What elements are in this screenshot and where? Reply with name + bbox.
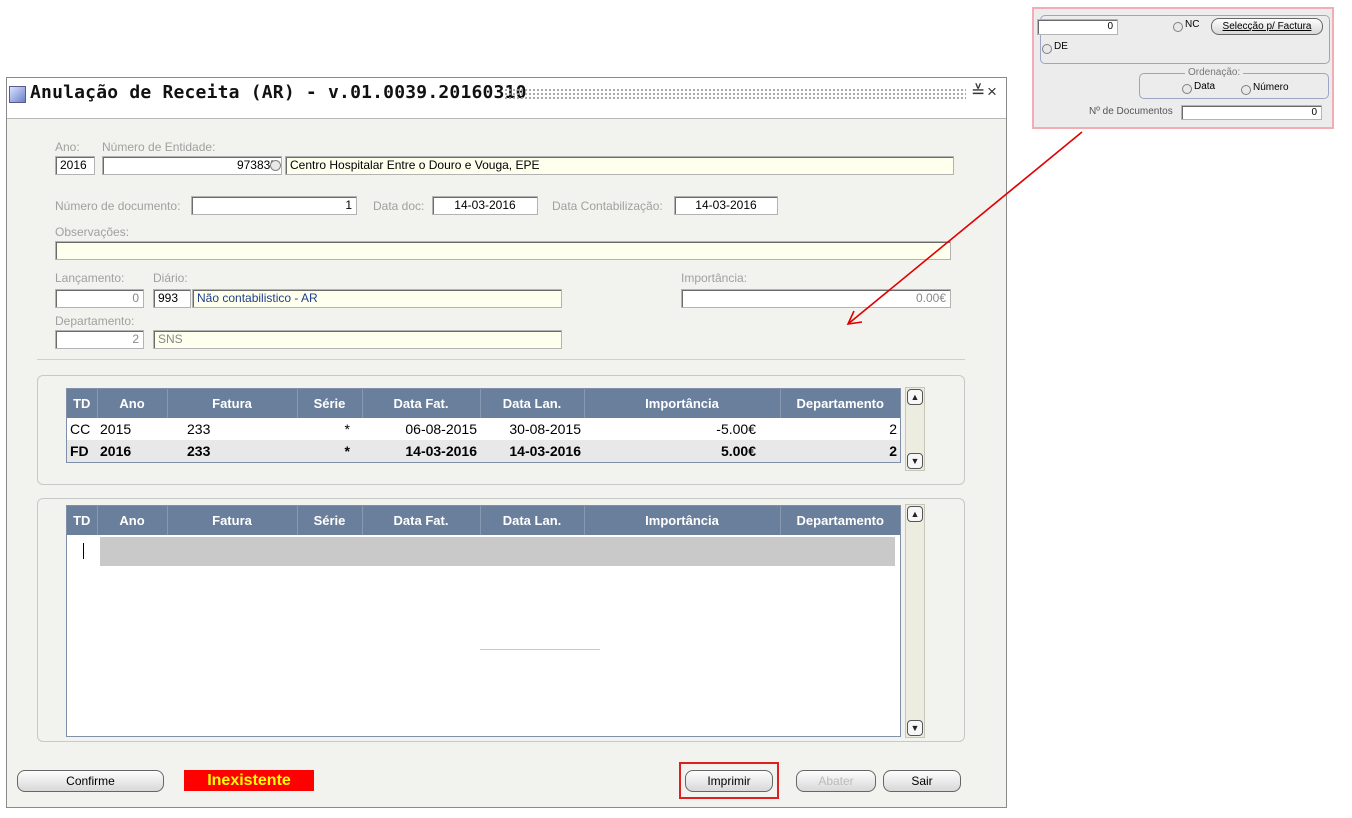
annotation-arrow	[846, 131, 1083, 325]
